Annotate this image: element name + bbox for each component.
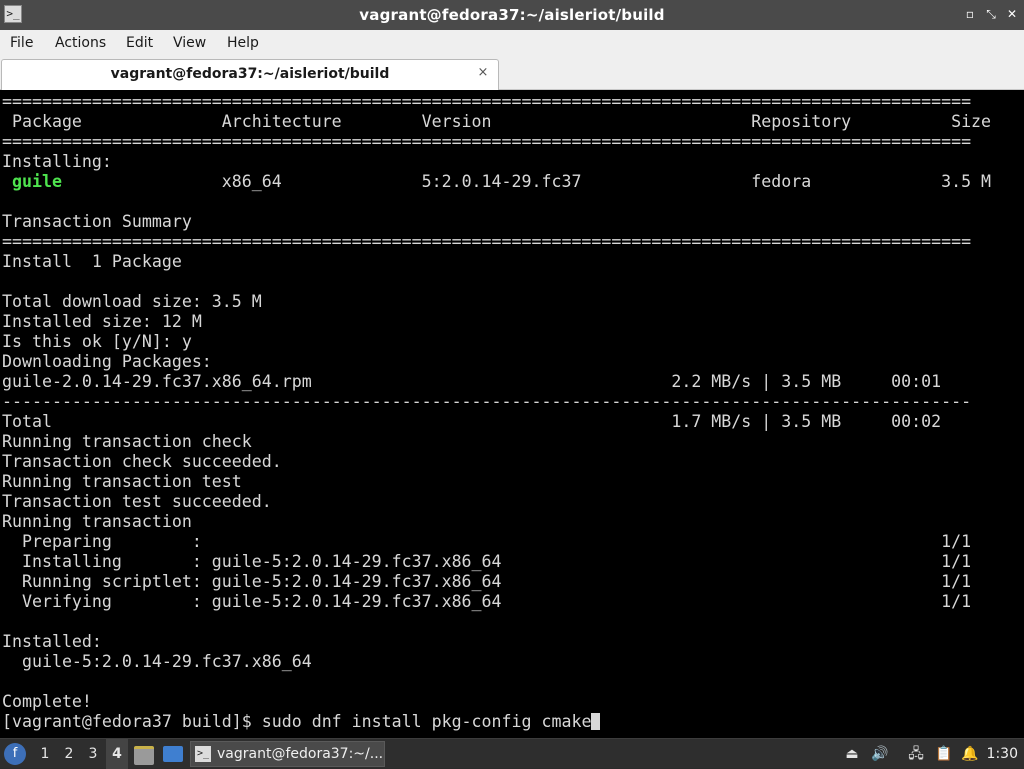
terminal-line: guile-2.0.14-29.fc37.x86_64.rpm 2.2 MB/s… [2,372,942,391]
shell-prompt: [vagrant@fedora37 build]$ [2,712,262,731]
command-input[interactable]: sudo dnf install pkg-config cmake [262,712,592,731]
taskbar: f 1 2 3 4 >_ vagrant@fedora37:~/... ⏏ 🔊 … [0,738,1024,769]
title-bar[interactable]: >_ vagrant@fedora37:~/aisleriot/build ▫ … [0,0,1024,30]
terminal-line: Complete! [2,692,92,711]
clipboard-icon[interactable]: 📋 [934,744,954,764]
terminal-line: ========================================… [2,92,972,111]
workspace-2[interactable]: 2 [58,739,80,769]
terminal-window: >_ vagrant@fedora37:~/aisleriot/build ▫ … [0,0,1024,738]
package-name-highlight: guile [12,172,62,191]
workspace-4[interactable]: 4 [106,739,128,769]
terminal-line: Installed size: 12 M [2,312,202,331]
terminal-line: Install 1 Package [2,252,182,271]
terminal-line: ========================================… [2,132,972,151]
terminal-line: ========================================… [2,232,972,251]
terminal-line: Is this ok [y/N]: y [2,332,192,351]
terminal-line: Preparing : 1/1 [2,532,972,551]
eject-icon[interactable]: ⏏ [842,744,862,764]
terminal-line: Running transaction check [2,432,252,451]
terminal-line: Transaction check succeeded. [2,452,282,471]
maximize-button[interactable]: ⤡ [983,6,999,22]
file-manager-icon[interactable] [134,746,154,765]
terminal-line: Running scriptlet: guile-5:2.0.14-29.fc3… [2,572,972,591]
terminal-line: ----------------------------------------… [2,392,972,411]
menu-view[interactable]: View [173,30,206,56]
menu-edit[interactable]: Edit [126,30,153,56]
workspace-3[interactable]: 3 [82,739,104,769]
terminal-line: guile-5:2.0.14-29.fc37.x86_64 [2,652,312,671]
terminal-line: Running transaction [2,512,192,531]
terminal-line: guile x86_64 5:2.0.14-29.fc37 fedora 3.5… [12,172,992,191]
terminal-line: Total download size: 3.5 M [2,292,262,311]
tab-bar: vagrant@fedora37:~/aisleriot/build × [0,56,1024,90]
menu-actions[interactable]: Actions [55,30,106,56]
notification-icon[interactable]: 🔔 [960,744,980,764]
minimize-button[interactable]: ▫ [962,6,978,22]
tab-label: vagrant@fedora37:~/aisleriot/build [110,66,390,82]
window-title: vagrant@fedora37:~/aisleriot/build [359,6,665,24]
tab-close-icon[interactable]: × [476,66,490,80]
text-cursor [591,713,601,730]
terminal-line: Installing: [2,152,112,171]
terminal-line: Downloading Packages: [2,352,212,371]
terminal-view[interactable]: ========================================… [0,90,1024,738]
prompt-line[interactable]: [vagrant@fedora37 build]$ sudo dnf insta… [2,712,994,732]
terminal-output: ========================================… [2,92,994,738]
show-desktop-icon[interactable] [163,746,183,762]
menu-bar: File Actions Edit View Help [0,30,1024,56]
menu-help[interactable]: Help [227,30,259,56]
network-icon[interactable]: 🖧 [906,744,926,764]
task-label: vagrant@fedora37:~/... [217,746,384,762]
terminal-line: Transaction Summary [2,212,192,231]
workspace-1[interactable]: 1 [34,739,56,769]
terminal-line: Running transaction test [2,472,242,491]
terminal-line: Installing : guile-5:2.0.14-29.fc37.x86_… [2,552,972,571]
terminal-line: Transaction test succeeded. [2,492,272,511]
clock: 1:30 [986,746,1018,762]
close-button[interactable]: ✕ [1004,6,1020,22]
terminal-line: Installed: [2,632,102,651]
terminal-line: Verifying : guile-5:2.0.14-29.fc37.x86_6… [2,592,972,611]
volume-icon[interactable]: 🔊 [870,744,890,764]
menu-file[interactable]: File [10,30,33,56]
terminal-line: Package Architecture Version Repository … [2,112,992,131]
terminal-scrollbar[interactable] [996,90,1024,738]
task-terminal-button[interactable]: >_ vagrant@fedora37:~/... [190,741,385,767]
tab-terminal[interactable]: vagrant@fedora37:~/aisleriot/build × [1,59,499,90]
terminal-line: Total 1.7 MB/s | 3.5 MB 00:02 [2,412,942,431]
fedora-logo-icon[interactable]: f [4,743,26,765]
terminal-icon: >_ [195,746,211,762]
